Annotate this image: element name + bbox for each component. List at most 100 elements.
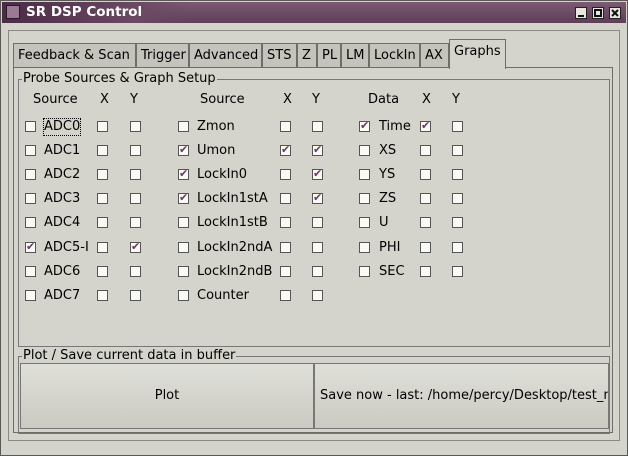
checkbox-time-select[interactable] [359,119,370,132]
label-sec: SEC [379,263,405,279]
checkbox-adc2-y[interactable] [130,169,141,181]
checkbox-adc0-select[interactable] [25,121,36,132]
checkbox-lockin2ndb-select[interactable] [178,265,189,277]
tab-sts[interactable]: STS [262,43,297,67]
minimize-button[interactable] [575,7,587,19]
checkbox-adc3-y[interactable] [130,193,141,205]
checkbox-lockin2ndb-y[interactable] [312,265,323,277]
tab-ax[interactable]: AX [420,43,449,67]
checkbox-adc6-y[interactable] [130,265,141,277]
checkbox-lockin2ndb-x[interactable] [280,265,291,277]
checkbox-phi-y[interactable] [452,241,463,253]
checkbox-lockin2nda-select[interactable] [178,241,189,253]
checkbox-adc0-x[interactable] [97,121,108,132]
checkbox-adc1-select[interactable] [25,145,36,157]
checkbox-counter-x[interactable] [280,289,291,301]
checkbox-zs-select[interactable] [359,193,370,205]
checkbox-lockin1sta-x[interactable] [280,193,291,205]
checkbox-zmon-x[interactable] [280,121,291,132]
checkbox-adc4-select[interactable] [25,217,36,229]
checkbox-adc0-y[interactable] [130,121,141,132]
checkbox-phi-x[interactable] [420,241,431,253]
checkbox-u-select[interactable] [359,217,370,229]
checkbox-adc1-y[interactable] [130,145,141,157]
window-menu-icon[interactable] [6,5,20,19]
checkbox-adc5-i-y[interactable] [130,240,141,253]
checkbox-lockin2nda-x[interactable] [280,241,291,253]
checkbox-adc6-select[interactable] [25,265,36,277]
checkbox-phi-select[interactable] [359,241,370,253]
checkbox-lockin0-select[interactable] [178,167,189,181]
checkbox-adc7-select[interactable] [25,289,36,301]
checkbox-sec-y[interactable] [452,265,463,277]
tab-lm[interactable]: LM [341,43,369,67]
label-adc3: ADC3 [44,191,81,207]
label-xs: XS [379,143,397,159]
checkbox-umon-y[interactable] [312,143,323,157]
checkbox-zs-y[interactable] [452,193,463,205]
checkbox-umon-x[interactable] [280,143,291,157]
checkbox-adc2-x[interactable] [97,169,108,181]
tab-trigger[interactable]: Trigger [136,43,189,67]
label-phi: PHI [379,239,401,255]
checkbox-adc4-y[interactable] [130,217,141,229]
label-zs: ZS [379,191,397,207]
checkbox-counter-select[interactable] [178,289,189,301]
checkbox-lockin1sta-y[interactable] [312,191,323,205]
checkbox-zmon-select[interactable] [178,121,189,132]
checkbox-zmon-y[interactable] [312,121,323,132]
checkbox-xs-select[interactable] [359,145,370,157]
checkbox-xs-x[interactable] [420,145,431,157]
checkbox-adc3-x[interactable] [97,193,108,205]
checkbox-lockin2nda-y[interactable] [312,241,323,253]
checkbox-lockin0-y[interactable] [312,167,323,181]
label-counter: Counter [197,287,249,303]
checkbox-u-x[interactable] [420,217,431,229]
checkbox-zs-x[interactable] [420,193,431,205]
tab-graphs[interactable]: Graphs [449,39,506,69]
label-adc4: ADC4 [44,215,81,231]
label-adc7: ADC7 [44,287,81,303]
title-bar[interactable]: SR DSP Control [2,2,626,23]
checkbox-adc2-select[interactable] [25,169,36,181]
checkbox-lockin1sta-select[interactable] [178,191,189,205]
col3-header-x: X [422,92,431,107]
label-lockin2nda: LockIn2ndA [197,239,273,255]
checkbox-lockin0-x[interactable] [280,169,291,181]
plot-button[interactable]: Plot [20,363,314,429]
tab-advanced[interactable]: Advanced [189,43,262,67]
minimize-icon [578,15,584,17]
checkbox-sec-select[interactable] [359,265,370,277]
checkbox-ys-select[interactable] [359,169,370,181]
checkbox-sec-x[interactable] [420,265,431,277]
checkbox-adc5-i-x[interactable] [97,241,108,253]
plot-save-title: Plot / Save current data in buffer [22,348,237,364]
checkbox-time-x[interactable] [420,119,431,132]
checkbox-lockin1stb-y[interactable] [312,217,323,229]
tab-lockin[interactable]: LockIn [369,43,420,67]
tab-z[interactable]: Z [297,43,317,67]
save-now-button[interactable]: Save now - last: /home/percy/Desktop/tes… [314,363,609,429]
checkbox-adc4-x[interactable] [97,217,108,229]
checkbox-umon-select[interactable] [178,143,189,157]
checkbox-adc1-x[interactable] [97,145,108,157]
checkbox-adc3-select[interactable] [25,193,36,205]
close-button[interactable] [609,7,621,19]
checkbox-u-y[interactable] [452,217,463,229]
checkbox-ys-x[interactable] [420,169,431,181]
checkbox-adc7-y[interactable] [130,289,141,301]
checkbox-adc6-x[interactable] [97,265,108,277]
maximize-button[interactable] [592,7,604,19]
checkbox-ys-y[interactable] [452,169,463,181]
col3-header-y: Y [452,92,460,107]
checkbox-counter-y[interactable] [312,289,323,301]
checkbox-lockin1stb-select[interactable] [178,217,189,229]
checkbox-adc7-x[interactable] [97,289,108,301]
checkbox-time-y[interactable] [452,121,463,132]
tab-pl[interactable]: PL [317,43,341,67]
checkbox-lockin1stb-x[interactable] [280,217,291,229]
checkbox-adc5-i-select[interactable] [25,240,36,253]
label-adc2: ADC2 [44,167,81,183]
tab-feedback-scan[interactable]: Feedback & Scan [13,43,136,67]
checkbox-xs-y[interactable] [452,145,463,157]
